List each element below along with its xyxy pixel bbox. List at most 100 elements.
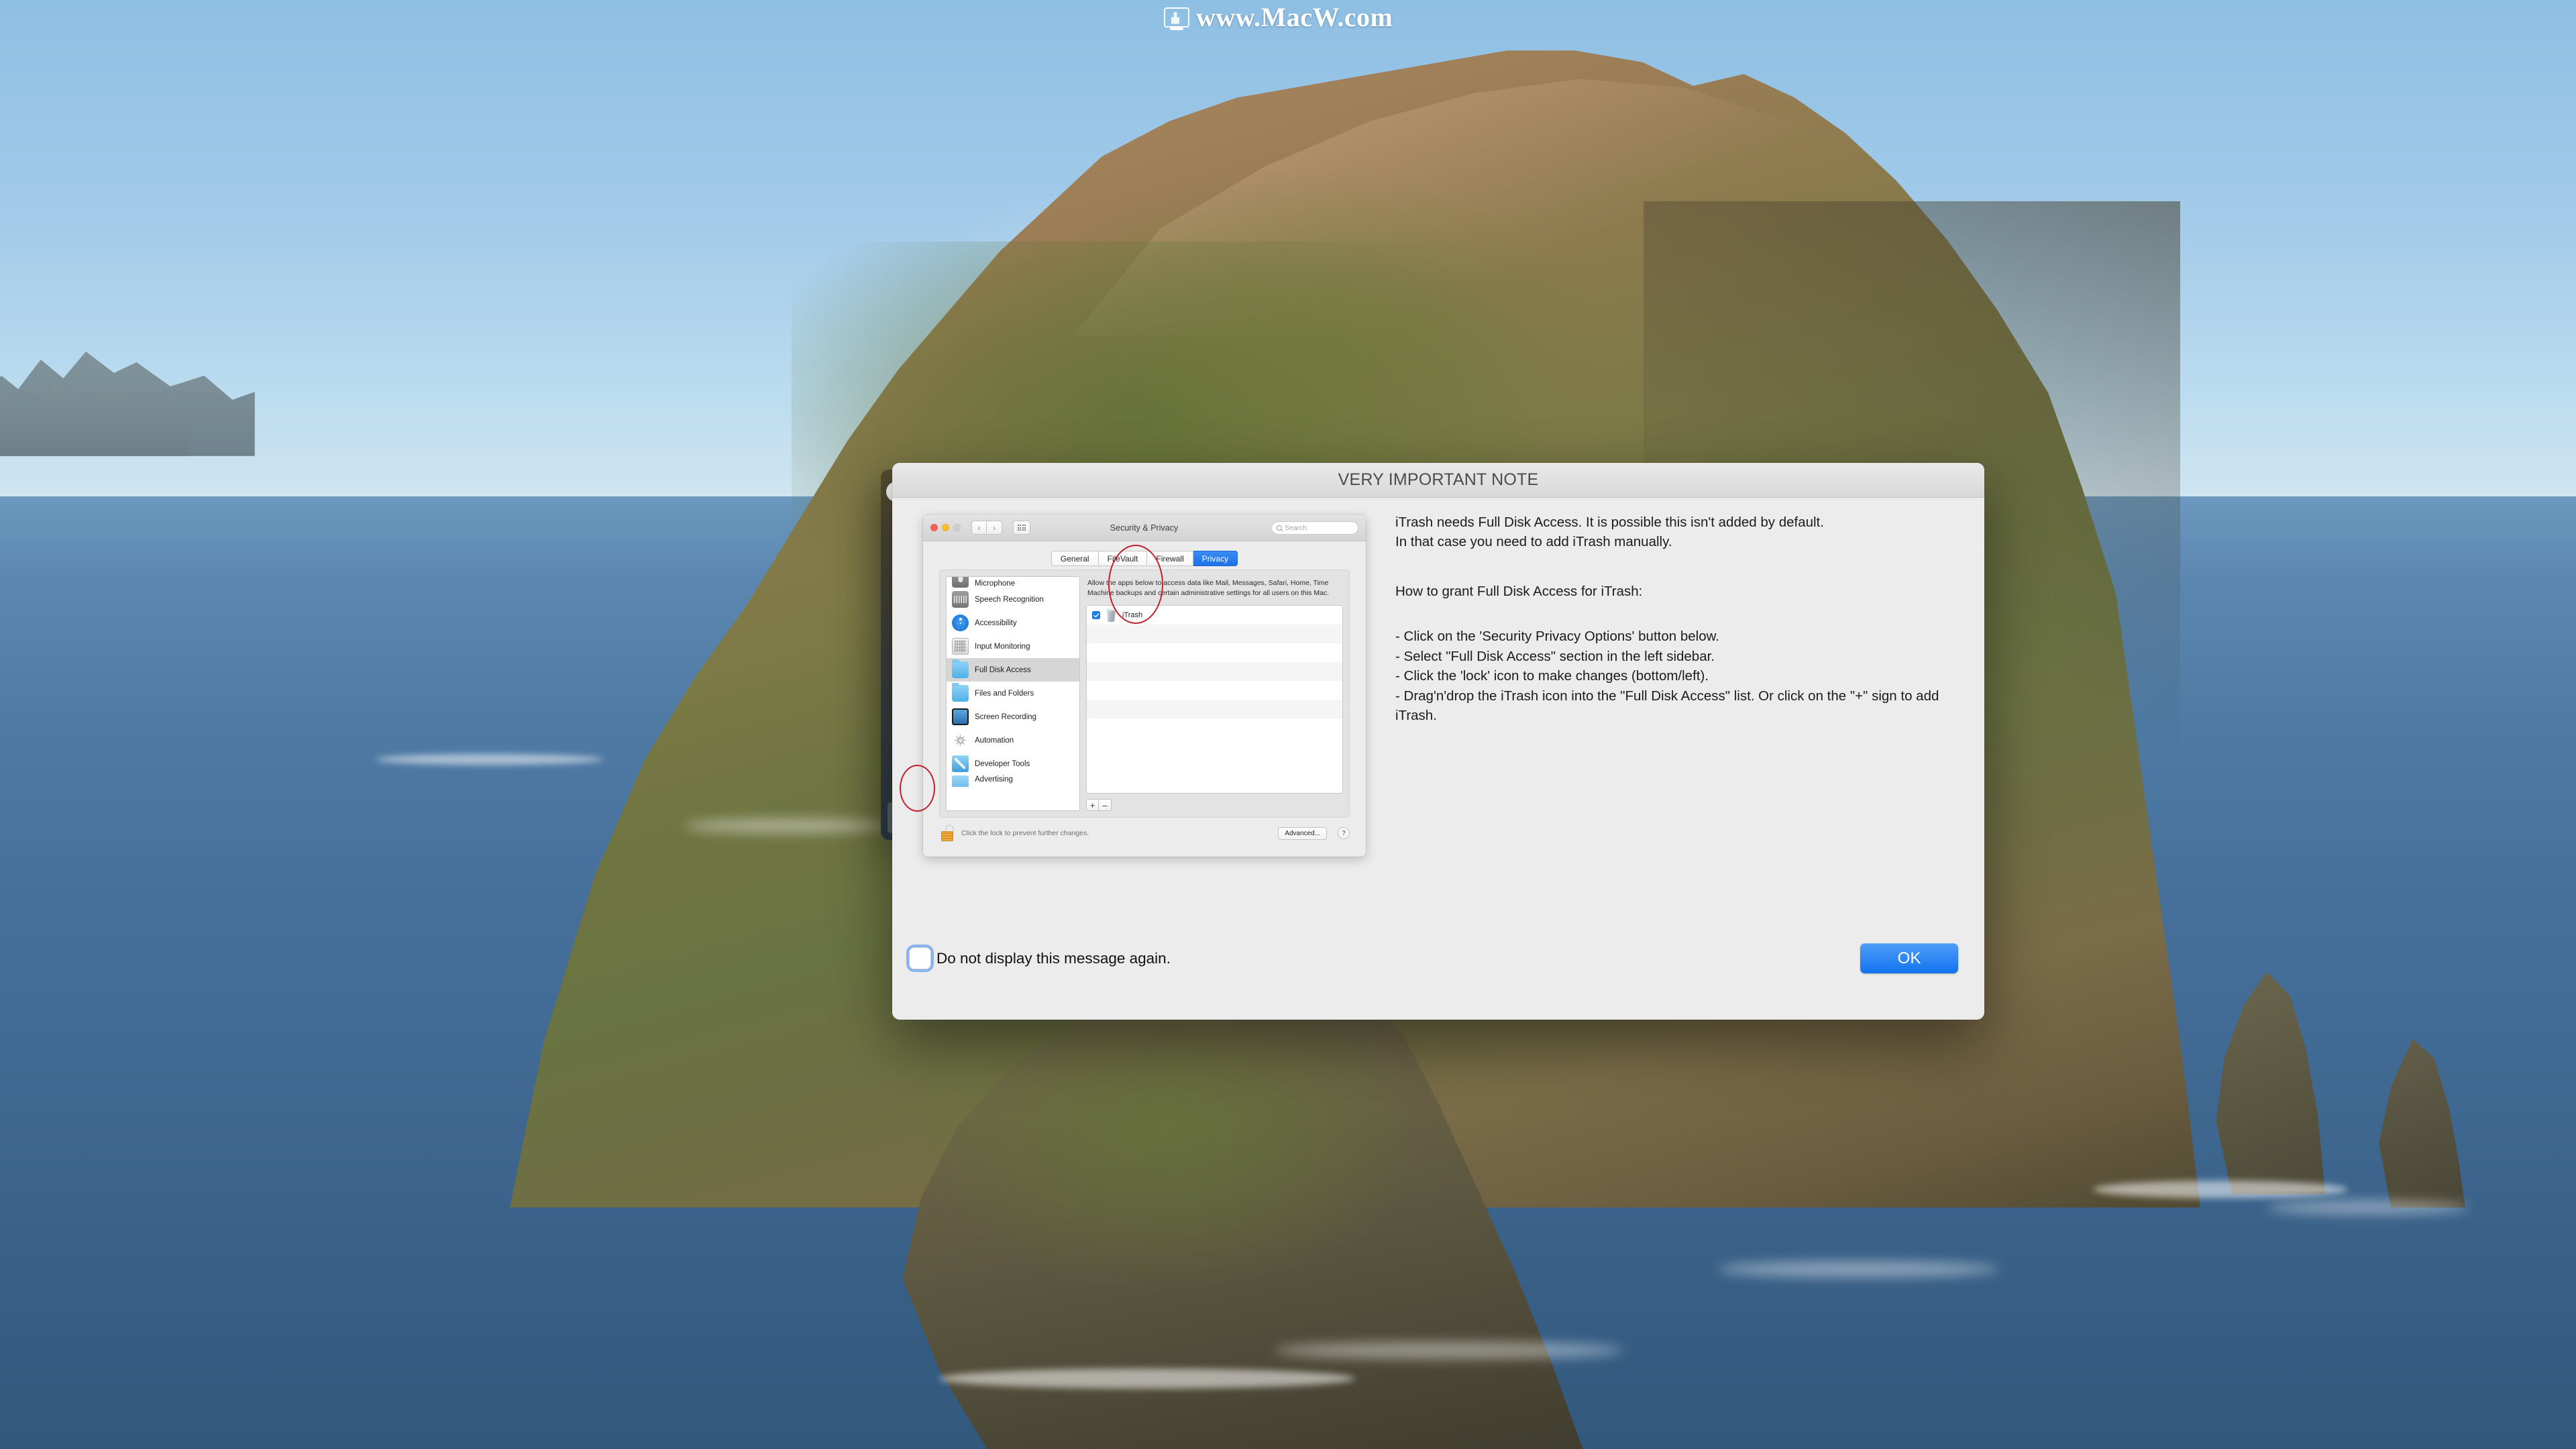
note-intro-line-2: In that case you need to add iTrash manu… bbox=[1395, 534, 1672, 550]
sidebar-item-full-disk-access[interactable]: Full Disk Access bbox=[947, 658, 1079, 682]
wallpaper-surf-4 bbox=[2267, 1201, 2469, 1214]
sidebar-item-input-monitoring[interactable]: Input Monitoring bbox=[947, 635, 1079, 658]
unlocked-padlock-icon[interactable] bbox=[939, 824, 955, 842]
wallpaper-surf-5 bbox=[939, 1368, 1355, 1389]
keyboard-icon bbox=[952, 638, 969, 655]
folder-icon bbox=[952, 683, 969, 702]
prefs-toolbar: ‹ › Security & Privacy Search bbox=[923, 515, 1366, 541]
do-not-display-row[interactable]: Do not display this message again. bbox=[909, 947, 1171, 969]
help-button[interactable]: ? bbox=[1338, 827, 1350, 839]
dialog-title: VERY IMPORTANT NOTE bbox=[1338, 470, 1539, 489]
privacy-description: Allow the apps below to access data like… bbox=[1087, 579, 1330, 598]
sidebar-item-automation[interactable]: Automation bbox=[947, 729, 1079, 752]
wallpaper-surf-2 bbox=[684, 818, 885, 833]
monitor-icon bbox=[1164, 7, 1189, 28]
list-item-empty bbox=[1087, 662, 1342, 682]
list-item-empty bbox=[1087, 681, 1342, 700]
sidebar-item-label: Accessibility bbox=[975, 619, 1017, 627]
sidebar-item-label: Microphone bbox=[975, 580, 1016, 588]
do-not-display-checkbox[interactable] bbox=[909, 947, 931, 969]
nav-button-group[interactable]: ‹ › bbox=[971, 521, 1002, 535]
dialog-footer: Do not display this message again. OK bbox=[892, 932, 1984, 1020]
security-privacy-window: ‹ › Security & Privacy Search General Fi… bbox=[923, 515, 1366, 857]
sidebar-item-files-and-folders[interactable]: Files and Folders bbox=[947, 682, 1079, 705]
full-disk-access-detail: Allow the apps below to access data like… bbox=[1086, 576, 1343, 811]
folder-icon bbox=[952, 659, 969, 678]
accessibility-icon bbox=[952, 614, 969, 631]
wallpaper-sea-stack-2 bbox=[2379, 1038, 2465, 1208]
sidebar-item-screen-recording[interactable]: Screen Recording bbox=[947, 705, 1079, 729]
window-traffic-lights[interactable] bbox=[930, 524, 961, 531]
advertising-icon bbox=[952, 775, 969, 787]
sidebar-item-label: Screen Recording bbox=[975, 712, 1037, 721]
note-step-1: - Click on the 'Security Privacy Options… bbox=[1395, 629, 1719, 645]
sidebar-item-developer-tools[interactable]: Developer Tools bbox=[947, 752, 1079, 775]
sidebar-item-label: Input Monitoring bbox=[975, 642, 1030, 651]
note-howto-heading: How to grant Full Disk Access for iTrash… bbox=[1395, 584, 1643, 600]
add-app-button[interactable]: + bbox=[1086, 799, 1099, 811]
note-step-2: - Select "Full Disk Access" section in t… bbox=[1395, 648, 1715, 664]
advanced-button[interactable]: Advanced... bbox=[1278, 826, 1327, 840]
gear-icon bbox=[952, 732, 969, 749]
dialog-body: ‹ › Security & Privacy Search General Fi… bbox=[892, 498, 1984, 1020]
app-checkbox[interactable] bbox=[1092, 611, 1100, 620]
sidebar-item-speech-recognition[interactable]: Speech Recognition bbox=[947, 588, 1079, 611]
wallpaper-surf-6 bbox=[1275, 1342, 1623, 1359]
list-item-empty bbox=[1087, 625, 1342, 644]
do-not-display-label: Do not display this message again. bbox=[936, 949, 1171, 967]
sidebar-item-microphone[interactable]: Microphone bbox=[947, 577, 1079, 588]
wallpaper-surf-3 bbox=[2093, 1181, 2348, 1198]
display-icon bbox=[952, 708, 969, 725]
tab-filevault[interactable]: FileVault bbox=[1098, 551, 1148, 566]
wallpaper-spur-grass bbox=[926, 993, 1449, 1301]
search-icon bbox=[1277, 525, 1282, 531]
tab-privacy[interactable]: Privacy bbox=[1193, 551, 1238, 566]
list-add-remove-buttons[interactable]: + – bbox=[1086, 799, 1343, 811]
tab-firewall[interactable]: Firewall bbox=[1147, 551, 1193, 566]
lock-hint-text: Click the lock to prevent further change… bbox=[961, 829, 1089, 837]
sidebar-item-accessibility[interactable]: Accessibility bbox=[947, 611, 1079, 635]
sidebar-item-label: Full Disk Access bbox=[975, 665, 1031, 674]
dialog-titlebar: VERY IMPORTANT NOTE bbox=[892, 463, 1984, 498]
privacy-pane: Microphone Speech Recognition Accessibil… bbox=[939, 570, 1350, 818]
privacy-split-view: Microphone Speech Recognition Accessibil… bbox=[940, 570, 1349, 817]
sidebar-item-label: Advertising bbox=[975, 775, 1013, 784]
microphone-icon bbox=[952, 577, 969, 588]
sidebar-item-label: Developer Tools bbox=[975, 759, 1030, 768]
list-item[interactable]: iTrash bbox=[1087, 606, 1342, 625]
speech-waveform-icon bbox=[952, 591, 969, 608]
privacy-service-sidebar[interactable]: Microphone Speech Recognition Accessibil… bbox=[946, 576, 1080, 811]
allowed-apps-list[interactable]: iTrash bbox=[1086, 605, 1343, 794]
tab-general[interactable]: General bbox=[1051, 551, 1099, 566]
remove-app-button[interactable]: – bbox=[1099, 799, 1112, 811]
forward-chevron-icon[interactable]: › bbox=[987, 521, 1002, 535]
wallpaper-surf-7 bbox=[1717, 1261, 1999, 1277]
list-item-empty bbox=[1087, 718, 1342, 737]
very-important-note-dialog: VERY IMPORTANT NOTE ‹ › Security & Priva… bbox=[892, 463, 1984, 1020]
note-intro: iTrash needs Full Disk Access. It is pos… bbox=[1395, 513, 1945, 551]
wallpaper-sea-stack-1 bbox=[2216, 971, 2326, 1194]
note-step-4: - Drag'n'drop the iTrash icon into the "… bbox=[1395, 688, 1939, 724]
app-name-label: iTrash bbox=[1122, 611, 1143, 620]
sidebar-item-label: Files and Folders bbox=[975, 689, 1034, 698]
trash-can-icon bbox=[1106, 608, 1116, 623]
note-step-3: - Click the 'lock' icon to make changes … bbox=[1395, 668, 1709, 684]
note-intro-line-1: iTrash needs Full Disk Access. It is pos… bbox=[1395, 515, 1824, 530]
sidebar-item-label: Automation bbox=[975, 736, 1014, 745]
search-placeholder: Search bbox=[1285, 523, 1307, 532]
zoom-button bbox=[953, 524, 961, 531]
prefs-tab-bar[interactable]: General FileVault Firewall Privacy bbox=[923, 551, 1366, 566]
watermark-text: www.MacW.com bbox=[1196, 2, 1393, 32]
padlock-body bbox=[941, 831, 953, 841]
close-button[interactable] bbox=[930, 524, 938, 531]
note-steps-list: - Click on the 'Security Privacy Options… bbox=[1395, 627, 1945, 726]
wallpaper-surf-1 bbox=[376, 754, 604, 765]
developer-tools-icon bbox=[952, 755, 969, 772]
search-input[interactable]: Search bbox=[1271, 521, 1358, 535]
back-chevron-icon[interactable]: ‹ bbox=[971, 521, 987, 535]
sidebar-item-advertising[interactable]: Advertising bbox=[947, 775, 1079, 787]
list-item-empty bbox=[1087, 700, 1342, 719]
prefs-lock-row: Click the lock to prevent further change… bbox=[939, 824, 1350, 842]
minimize-button[interactable] bbox=[942, 524, 949, 531]
ok-button[interactable]: OK bbox=[1860, 943, 1958, 973]
